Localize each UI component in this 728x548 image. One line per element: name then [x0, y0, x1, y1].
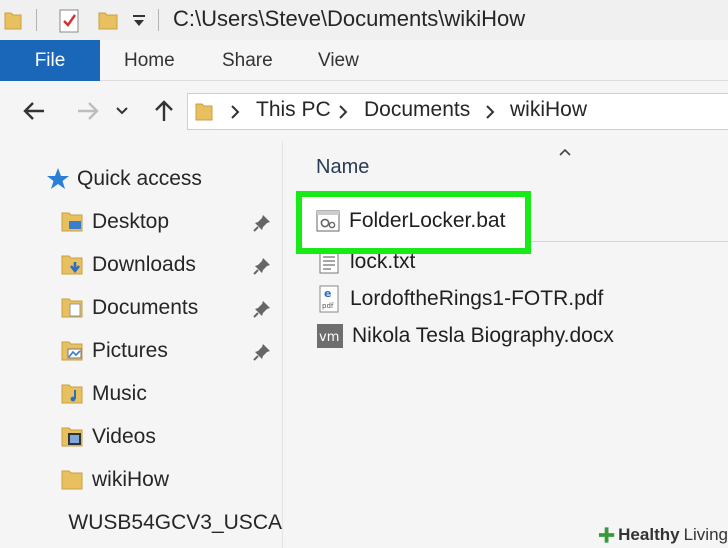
tab-file[interactable]: File	[0, 40, 100, 81]
music-folder-icon	[61, 384, 83, 404]
breadcrumb-documents[interactable]: Documents	[364, 98, 470, 122]
downloads-folder-icon	[61, 255, 83, 275]
separator	[36, 9, 37, 31]
chevron-down-icon	[116, 107, 128, 115]
docx-file-icon: vm	[317, 324, 343, 348]
breadcrumb-wikihow[interactable]: wikiHow	[510, 98, 587, 122]
tab-share[interactable]: Share	[222, 40, 273, 81]
sidebar-item-label: WUSB54GCV3_USCA	[68, 511, 282, 534]
svg-text:e: e	[324, 287, 331, 300]
tab-home[interactable]: Home	[124, 40, 175, 81]
sidebar-item-label: Pictures	[92, 339, 168, 362]
up-arrow-icon	[155, 100, 173, 121]
desktop-folder-icon	[61, 212, 83, 232]
videos-folder-icon	[61, 427, 83, 447]
sidebar-item-label: Desktop	[92, 210, 170, 233]
pictures-folder-icon	[61, 341, 83, 361]
pin-icon[interactable]	[252, 213, 272, 238]
list-item[interactable]: vm Nikola Tesla Biography.docx	[316, 319, 614, 353]
folder-icon[interactable]	[4, 9, 22, 36]
bat-file-icon	[316, 210, 340, 232]
watermark-brand-2: Living	[683, 524, 728, 544]
window-title: C:\Users\Steve\Documents\wikiHow	[173, 6, 526, 31]
pin-icon[interactable]	[252, 256, 272, 281]
watermark: Healthy Living	[594, 521, 728, 548]
file-name: LordoftheRings1-FOTR.pdf	[350, 287, 604, 310]
file-name: FolderLocker.bat	[349, 209, 506, 232]
sidebar-item-wusb[interactable]: WUSB54GCV3_USCA	[60, 506, 282, 540]
sidebar-item-wikihow[interactable]: wikiHow	[60, 463, 169, 497]
properties-icon[interactable]	[58, 9, 80, 38]
forward-button[interactable]	[70, 93, 106, 129]
separator	[158, 9, 159, 31]
back-arrow-icon	[23, 102, 44, 120]
sidebar-item-documents[interactable]: Documents	[60, 291, 198, 325]
sort-ascending-icon	[558, 144, 572, 162]
sidebar-item-downloads[interactable]: Downloads	[60, 248, 196, 282]
folder-icon	[195, 100, 213, 127]
quick-access[interactable]: Quick access	[46, 162, 202, 196]
chevron-right-icon[interactable]	[230, 104, 240, 125]
pin-icon[interactable]	[252, 342, 272, 367]
navigation-bar: This PC Documents wikiHow	[0, 81, 728, 141]
chevron-right-icon[interactable]	[485, 104, 495, 125]
quick-access-label: Quick access	[77, 167, 202, 190]
healthy-living-logo-icon	[598, 526, 615, 543]
recent-locations-button[interactable]	[110, 93, 134, 129]
documents-folder-icon	[61, 298, 83, 318]
svg-text:pdf: pdf	[322, 302, 334, 310]
list-item[interactable]: FolderLocker.bat	[315, 208, 505, 234]
star-icon	[47, 168, 69, 189]
ribbon-tabs: File Home Share View	[0, 40, 728, 81]
sidebar-item-label: Documents	[92, 296, 199, 319]
file-name: Nikola Tesla Biography.docx	[352, 324, 614, 347]
breadcrumb-this-pc[interactable]: This PC	[256, 98, 331, 122]
list-item[interactable]: e pdf LordoftheRings1-FOTR.pdf	[316, 282, 603, 316]
highlighted-file-row[interactable]: FolderLocker.bat	[296, 191, 531, 254]
title-bar: C:\Users\Steve\Documents\wikiHow	[0, 0, 728, 40]
address-bar[interactable]: This PC Documents wikiHow	[187, 93, 728, 130]
back-button[interactable]	[16, 93, 52, 129]
pdf-file-icon: e pdf	[319, 285, 339, 313]
sidebar-item-desktop[interactable]: Desktop	[60, 205, 169, 239]
forward-arrow-icon	[78, 102, 99, 120]
up-button[interactable]	[146, 93, 182, 129]
sidebar-item-label: wikiHow	[92, 468, 170, 491]
column-header-name[interactable]: Name	[316, 156, 369, 179]
sidebar-item-pictures[interactable]: Pictures	[60, 334, 168, 368]
svg-text:vm: vm	[319, 330, 339, 345]
navigation-pane: Quick access Desktop Downloads Documents…	[0, 141, 282, 548]
tab-view[interactable]: View	[318, 40, 359, 81]
customize-toolbar-icon[interactable]	[132, 14, 146, 32]
sidebar-item-label: Videos	[92, 425, 156, 448]
sidebar-item-videos[interactable]: Videos	[60, 420, 156, 454]
folder-icon	[61, 470, 83, 490]
sidebar-item-label: Downloads	[92, 253, 196, 276]
watermark-brand: Healthy	[618, 524, 680, 544]
pin-icon[interactable]	[252, 299, 272, 324]
sidebar-item-music[interactable]: Music	[60, 377, 147, 411]
new-folder-icon[interactable]	[98, 9, 118, 36]
chevron-right-icon[interactable]	[338, 104, 348, 125]
sidebar-item-label: Music	[92, 382, 147, 405]
